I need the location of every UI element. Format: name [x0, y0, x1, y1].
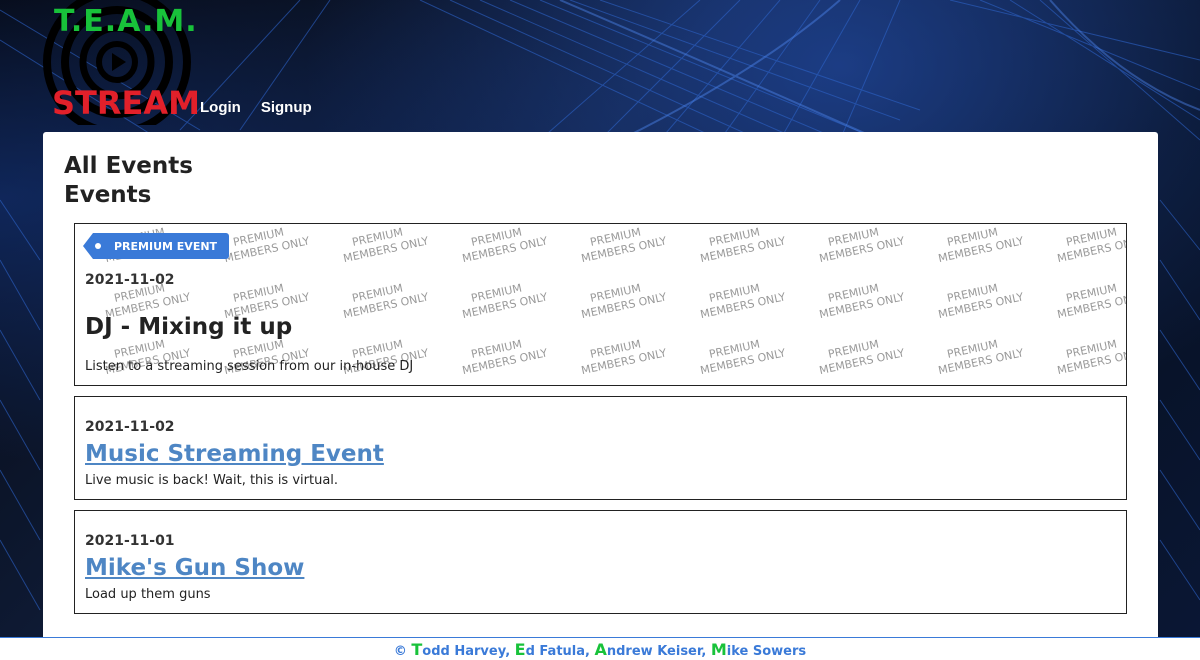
- page-title: All Events: [64, 153, 193, 179]
- watermark-tile: PREMIUMMEMBERS ONLY: [342, 282, 430, 322]
- premium-badge-label: PREMIUM EVENT: [114, 239, 218, 253]
- watermark-tile: PREMIUMMEMBERS ONLY: [342, 226, 430, 266]
- logo-line1: T.E.A.M.: [54, 4, 198, 39]
- event-description: Live music is back! Wait, this is virtua…: [85, 473, 339, 488]
- signup-link[interactable]: Signup: [261, 99, 312, 116]
- event-card[interactable]: 2021-11-02 Music Streaming Event Live mu…: [74, 396, 1127, 500]
- watermark-tile: PREMIUMMEMBERS ONLY: [461, 226, 549, 266]
- author-name: ndrew Keiser: [606, 644, 702, 659]
- event-date: 2021-11-02: [85, 272, 175, 288]
- watermark-tile: PREMIUMMEMBERS ONLY: [818, 226, 906, 266]
- watermark-tile: PREMIUMMEMBERS ONLY: [699, 226, 787, 266]
- logo-line2: STREAM: [52, 84, 200, 122]
- event-title: DJ - Mixing it up: [85, 314, 293, 340]
- watermark-tile: PREMIUMMEMBERS ONLY: [461, 282, 549, 322]
- event-card-premium[interactable]: PREMIUM MEMBERS ONLY PREMIUM MEMBERS ONLY PR…: [74, 223, 1127, 386]
- site-footer: © Todd Harvey, Ed Fatula, Andrew Keiser,…: [0, 637, 1200, 660]
- login-link[interactable]: Login: [200, 99, 241, 116]
- site-header: T.E.A.M. STREAM Login Signup: [0, 0, 1200, 132]
- watermark-tile: PREMIUMMEMBERS ONLY: [818, 338, 906, 378]
- top-nav: Login Signup: [200, 99, 312, 116]
- watermark-tile: PREMIUMMEMBERS ONLY: [699, 338, 787, 378]
- author-name: ike Sowers: [726, 644, 807, 659]
- bullet-icon: [95, 243, 101, 249]
- main-panel: All Events Events PREMIUM MEMBERS ONLY PRE…: [43, 132, 1158, 642]
- event-title-link[interactable]: Music Streaming Event: [85, 441, 384, 467]
- watermark-tile: PREMIUMMEMBERS ONLY: [580, 282, 668, 322]
- event-card[interactable]: 2021-11-01 Mike's Gun Show Load up them …: [74, 510, 1127, 614]
- watermark-tile: PREMIUMMEMBERS ONLY: [461, 338, 549, 378]
- watermark-tile: PREMIUMMEMBERS ONLY: [937, 282, 1025, 322]
- watermark-tile: PREMIUMMEMBERS ONLY: [937, 338, 1025, 378]
- watermark-tile: PREMIUMMEMBERS ONLY: [937, 226, 1025, 266]
- author-initial: T: [411, 640, 423, 659]
- watermark-tile: PREMIUMMEMBERS ONLY: [699, 282, 787, 322]
- event-date: 2021-11-02: [85, 419, 175, 435]
- copyright-symbol: ©: [393, 644, 407, 659]
- event-description: Listen to a streaming session from our i…: [85, 359, 414, 374]
- watermark-tile: PREMIUMMEMBERS ONLY: [580, 338, 668, 378]
- section-title: Events: [64, 182, 152, 208]
- author-name: odd Harvey: [422, 644, 506, 659]
- event-description: Load up them guns: [85, 587, 211, 602]
- event-title-link[interactable]: Mike's Gun Show: [85, 555, 304, 581]
- author-initial: M: [710, 640, 727, 659]
- watermark-tile: PREMIUMMEMBERS ONLY: [1056, 282, 1126, 322]
- watermark-tile: PREMIUMMEMBERS ONLY: [223, 226, 311, 266]
- premium-event-badge: PREMIUM EVENT: [83, 233, 229, 259]
- watermark-tile: PREMIUMMEMBERS ONLY: [580, 226, 668, 266]
- event-date: 2021-11-01: [85, 533, 175, 549]
- author-initial: A: [594, 640, 607, 659]
- watermark-tile: PREMIUMMEMBERS ONLY: [818, 282, 906, 322]
- watermark-tile: PREMIUMMEMBERS ONLY: [1056, 338, 1126, 378]
- author-name: d Fatula: [525, 644, 586, 659]
- author-initial: E: [514, 640, 526, 659]
- team-stream-logo[interactable]: T.E.A.M. STREAM: [40, 0, 200, 125]
- watermark-tile: PREMIUMMEMBERS ONLY: [1056, 226, 1126, 266]
